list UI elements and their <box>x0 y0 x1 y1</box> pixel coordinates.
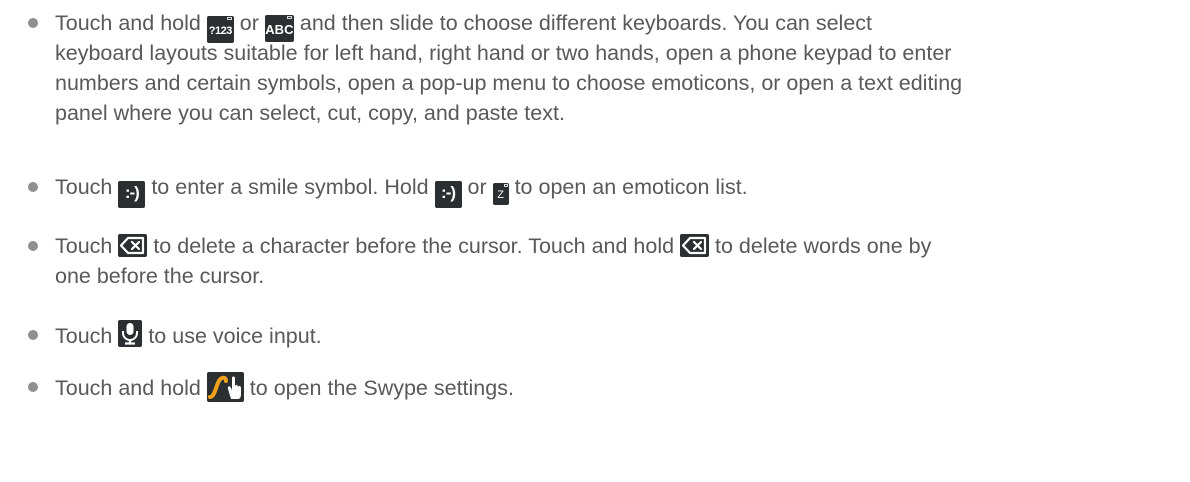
list-item-text: Touch to delete a character before the c… <box>55 231 1185 291</box>
backspace-icon <box>680 234 710 257</box>
smiley-key-icon: :-) <box>434 181 462 208</box>
list-item-text: Touch and hold ?123 or ABC and then slid… <box>55 8 1185 128</box>
symbols-key-icon: ?123 <box>206 16 234 43</box>
text-line: Touch and hold to open the Swype setting… <box>55 372 1185 402</box>
text-line: Touch and hold ?123 or ABC and then slid… <box>55 8 1185 43</box>
list-item-text: Touch to use voice input. <box>55 320 1185 350</box>
bullet-icon <box>28 382 38 392</box>
swype-icon <box>206 372 244 402</box>
text-line: numbers and certain symbols, open a pop-… <box>55 71 963 95</box>
microphone-icon <box>118 320 143 347</box>
list-item-text: Touch and hold to open the Swype setting… <box>55 372 1185 402</box>
list-item-text: Touch :-) to enter a smile symbol. Hold … <box>55 172 1185 208</box>
bullet-icon <box>28 241 38 251</box>
bullet-icon <box>28 182 38 192</box>
bullet-icon <box>28 18 38 28</box>
backspace-icon <box>118 234 148 257</box>
instruction-list: Touch and hold ?123 or ABC and then slid… <box>0 0 1190 482</box>
z-key-icon: Z <box>492 183 509 205</box>
bullet-icon <box>28 330 38 340</box>
text-line: Touch to use voice input. <box>55 320 1185 350</box>
text-line: panel where you can select, cut, copy, a… <box>55 101 565 125</box>
text-line: Touch :-) to enter a smile symbol. Hold … <box>55 172 1185 208</box>
text-line: one before the cursor. <box>55 264 265 288</box>
text-line: Touch to delete a character before the c… <box>55 234 932 258</box>
smiley-key-icon: :-) <box>118 181 146 208</box>
abc-key-icon: ABC <box>264 15 294 42</box>
